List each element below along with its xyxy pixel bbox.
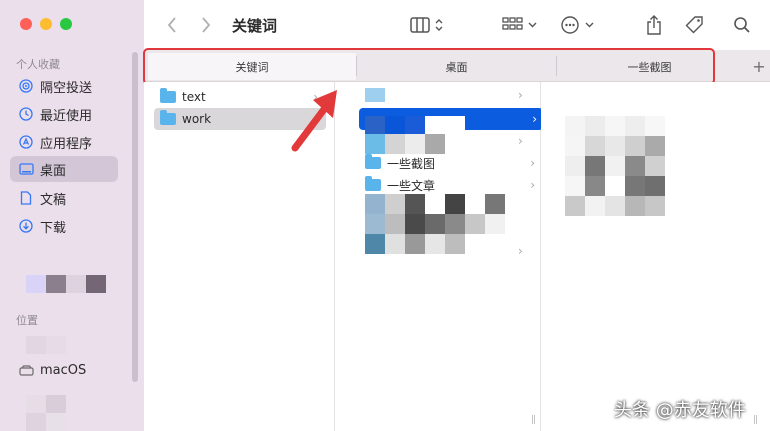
columns-view-icon — [410, 17, 443, 33]
toolbar: 关键词 — [144, 0, 770, 50]
blurred-list-item — [365, 88, 425, 102]
column-resize-handle[interactable]: || — [753, 415, 758, 425]
sidebar-item-desktop[interactable]: 桌面 — [10, 156, 118, 182]
share-button[interactable] — [642, 12, 666, 38]
minimize-window-button[interactable] — [40, 18, 52, 30]
sidebar-item-macos[interactable]: macOS — [10, 357, 118, 383]
close-window-button[interactable] — [20, 18, 32, 30]
chevron-right-icon: › — [530, 156, 535, 170]
blurred-sidebar-item — [26, 336, 66, 354]
column-3: || — [541, 82, 770, 431]
sidebar-scrollbar[interactable] — [132, 52, 138, 382]
sidebar-item-label: 文稿 — [40, 192, 67, 208]
locations-header: 位置 — [16, 314, 38, 327]
group-button[interactable] — [500, 14, 540, 36]
grid-group-icon — [502, 17, 537, 30]
file-name: work — [182, 112, 212, 126]
back-button[interactable] — [162, 14, 182, 36]
sidebar-item-label: 隔空投送 — [40, 80, 93, 96]
clock-icon — [18, 106, 34, 122]
search-icon — [734, 17, 750, 33]
blurred-list-item — [365, 194, 505, 254]
folder-icon — [160, 110, 176, 125]
tab-highlight-annotation — [143, 48, 715, 85]
blurred-file-preview — [565, 116, 665, 216]
blurred-sidebar-item — [26, 275, 106, 293]
folder-icon — [160, 88, 176, 103]
share-icon — [647, 15, 661, 35]
search-button[interactable] — [730, 12, 754, 38]
watermark: 头条 @赤友软件 — [614, 400, 746, 421]
file-name: 一些文章 — [387, 178, 436, 193]
airdrop-icon — [18, 78, 34, 94]
favorites-header: 个人收藏 — [16, 58, 60, 71]
red-arrow-annotation — [291, 90, 337, 152]
sidebar-item-airdrop[interactable]: 隔空投送 — [10, 73, 118, 99]
column-resize-handle[interactable]: || — [531, 415, 536, 425]
plus-icon: + — [752, 57, 766, 76]
chevron-right-icon: › — [518, 88, 523, 102]
chevron-right-icon: › — [518, 244, 523, 258]
view-columns-button[interactable] — [408, 14, 448, 36]
window-controls — [20, 18, 72, 30]
chevron-right-icon — [202, 17, 211, 33]
more-actions-button[interactable] — [558, 14, 598, 36]
sidebar-item-label: macOS — [40, 362, 87, 378]
blurred-list-item — [365, 116, 465, 154]
chevron-right-icon: › — [532, 112, 537, 126]
sidebar: 个人收藏 隔空投送 最近使用 应用程序 桌面 文稿 下载 位置 macOS — [0, 0, 144, 431]
forward-button[interactable] — [196, 14, 216, 36]
sidebar-item-documents[interactable]: 文稿 — [10, 185, 118, 211]
folder-icon — [365, 154, 381, 169]
desktop-icon — [18, 161, 34, 177]
folder-icon — [365, 176, 381, 191]
ellipsis-circle-icon — [561, 16, 594, 34]
download-icon — [18, 218, 34, 234]
chevron-right-icon: › — [518, 134, 523, 148]
sidebar-item-downloads[interactable]: 下载 — [10, 213, 118, 239]
sidebar-item-label: 最近使用 — [40, 108, 93, 124]
column-2: › › › 一些截图 › 一些文章 › › || — [335, 82, 543, 431]
sidebar-item-applications[interactable]: 应用程序 — [10, 129, 118, 155]
sidebar-item-recents[interactable]: 最近使用 — [10, 101, 118, 127]
list-item[interactable]: 一些截图 › — [359, 152, 543, 174]
blurred-sidebar-item — [26, 395, 66, 431]
document-icon — [18, 190, 34, 206]
window-title: 关键词 — [232, 17, 278, 35]
apps-icon — [18, 134, 34, 150]
sidebar-item-label: 桌面 — [40, 163, 67, 179]
tag-icon — [685, 16, 703, 34]
list-item[interactable]: 一些文章 › — [359, 174, 543, 196]
file-name: 一些截图 — [387, 156, 436, 171]
chevron-left-icon — [167, 17, 176, 33]
new-tab-button[interactable]: + — [748, 53, 770, 80]
sidebar-item-label: 下载 — [40, 220, 67, 236]
sidebar-item-label: 应用程序 — [40, 136, 93, 152]
zoom-window-button[interactable] — [60, 18, 72, 30]
disk-icon — [18, 362, 34, 378]
tags-button[interactable] — [682, 12, 708, 38]
file-name: text — [182, 90, 206, 104]
chevron-right-icon: › — [530, 178, 535, 192]
